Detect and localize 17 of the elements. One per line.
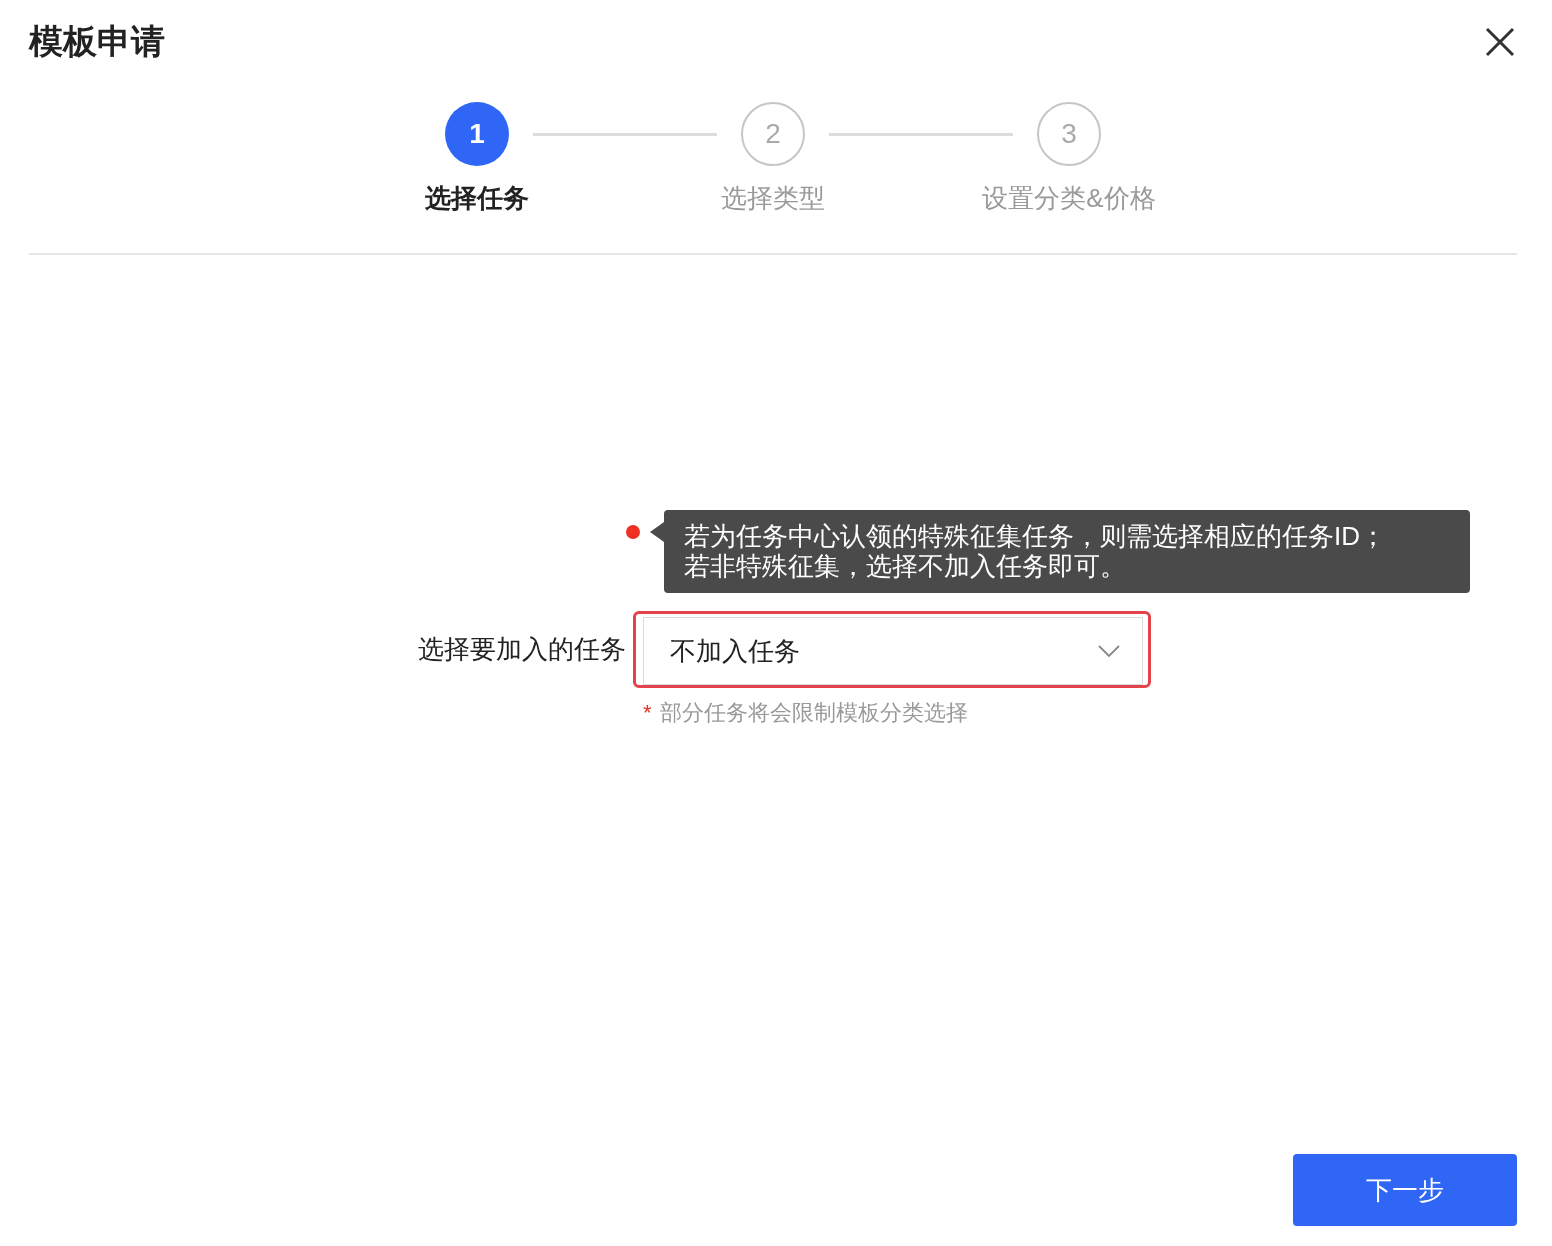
- required-mark: *: [643, 700, 652, 725]
- task-select[interactable]: 不加入任务: [643, 617, 1143, 685]
- dialog-title: 模板申请: [29, 21, 165, 62]
- step-number: 2: [741, 102, 805, 166]
- field-label: 选择要加入的任务: [417, 633, 626, 666]
- step-label: 选择任务: [425, 183, 529, 213]
- step-number: 1: [445, 102, 509, 166]
- hint-text: 部分任务将会限制模板分类选择: [659, 700, 968, 725]
- marker-dot: [626, 525, 640, 539]
- chevron-down-icon: [1098, 645, 1120, 657]
- step-label: 设置分类&价格: [982, 183, 1156, 213]
- next-button[interactable]: 下一步: [1293, 1154, 1517, 1226]
- close-icon: [1484, 26, 1516, 58]
- close-button[interactable]: [1484, 26, 1516, 58]
- tooltip: 若为任务中心认领的特殊征集任务，则需选择相应的任务ID；若非特殊征集，选择不加入任务即可。: [664, 510, 1470, 593]
- step-number: 3: [1037, 102, 1101, 166]
- step-label: 选择类型: [721, 183, 825, 213]
